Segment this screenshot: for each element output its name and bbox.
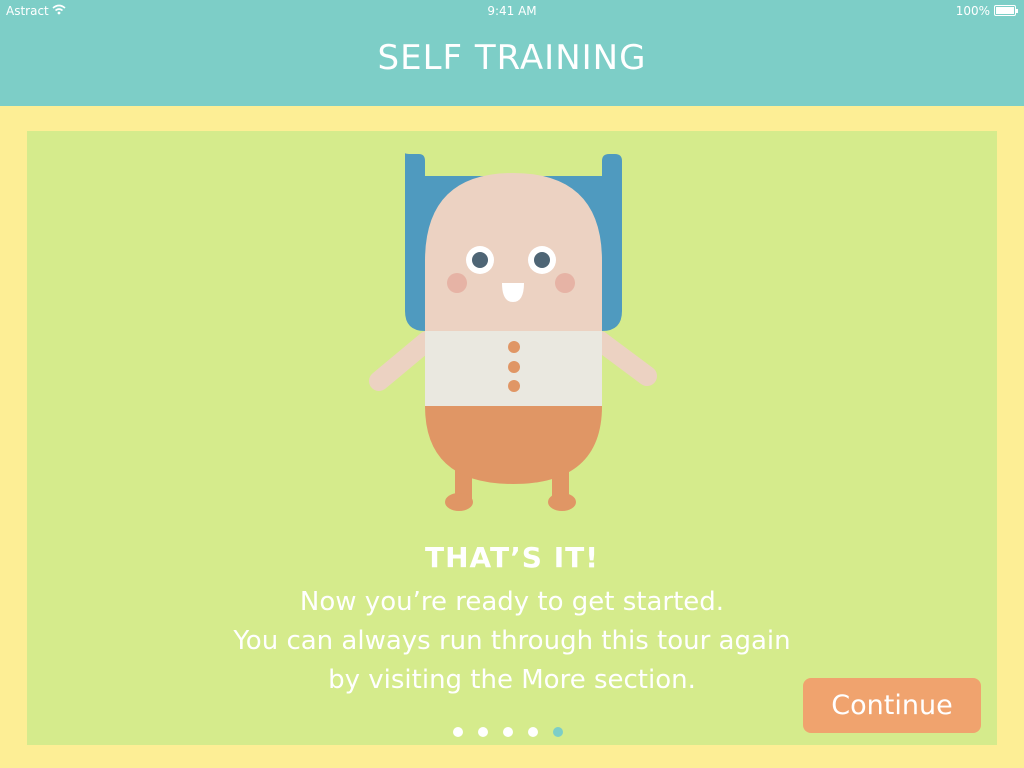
page-dot[interactable] [503,727,513,737]
status-bar: Astract 9:41 AM 100% [0,0,1024,22]
status-time: 9:41 AM [487,4,537,18]
card-heading: THAT’S IT! [425,541,599,574]
page-dot[interactable] [478,727,488,737]
onboarding-card: THAT’S IT! Now you’re ready to get start… [27,131,997,745]
continue-button[interactable]: Continue [803,678,981,733]
battery-percentage: 100% [955,4,990,18]
page-dot[interactable] [453,727,463,737]
page-indicator[interactable] [453,727,563,739]
page-dot[interactable] [528,727,538,737]
character-illustration [369,153,657,511]
body-line: Now you’re ready to get started. [299,587,725,617]
battery-icon [994,5,1018,16]
page-dot-active[interactable] [553,727,563,737]
body-line: You can always run through this tour aga… [233,626,791,656]
page-title: SELF TRAINING [377,38,647,78]
